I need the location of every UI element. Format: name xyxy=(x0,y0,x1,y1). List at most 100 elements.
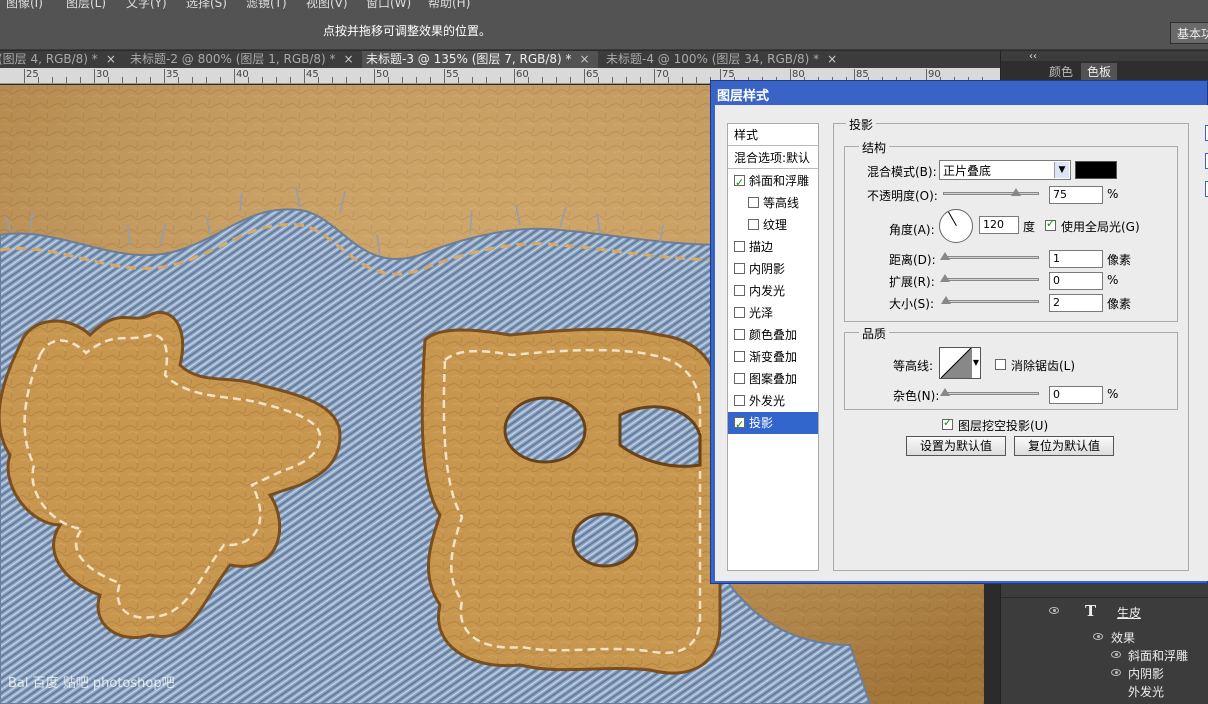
close-icon[interactable]: × xyxy=(827,52,837,66)
style-item[interactable]: 外发光 xyxy=(728,390,818,412)
opacity-input[interactable]: 75 xyxy=(1049,186,1103,204)
knockout-checkbox[interactable] xyxy=(942,416,953,430)
spread-slider[interactable] xyxy=(940,274,1039,282)
ruler-tick xyxy=(38,77,39,83)
document-tab[interactable]: (图层 4, RGB/8) * × xyxy=(0,51,118,68)
style-item[interactable]: 描边 xyxy=(728,236,818,258)
make-default-button[interactable]: 设置为默认值 xyxy=(906,436,1006,456)
ruler-tick xyxy=(374,69,375,83)
close-icon[interactable]: × xyxy=(344,52,354,66)
document-tab[interactable]: 未标题-2 @ 800% (图层 1, RGB/8) * × xyxy=(126,51,358,68)
antialias-checkbox[interactable] xyxy=(995,359,1006,370)
angle-dial[interactable] xyxy=(939,209,973,243)
style-item[interactable]: 纹理 xyxy=(728,214,818,236)
close-icon[interactable]: × xyxy=(580,52,590,66)
slider-thumb[interactable] xyxy=(940,252,950,260)
style-label: 描边 xyxy=(749,240,774,254)
spread-input[interactable]: 0 xyxy=(1049,272,1103,290)
layer-row[interactable]: T 生皮 xyxy=(1001,597,1208,625)
quality-title: 品质 xyxy=(859,325,890,342)
layer-name[interactable]: 生皮 xyxy=(1117,604,1141,621)
document-tab-active[interactable]: 未标题-3 @ 135% (图层 7, RGB/8) * × xyxy=(362,51,598,68)
style-checkbox[interactable] xyxy=(734,351,745,362)
size-input[interactable]: 2 xyxy=(1049,294,1103,312)
visibility-eye-icon[interactable] xyxy=(1093,633,1103,640)
ruler-tick xyxy=(416,77,417,83)
ruler-tick xyxy=(696,77,697,83)
noise-input[interactable]: 0 xyxy=(1049,386,1103,404)
opacity-slider[interactable] xyxy=(943,188,1039,196)
slider-thumb[interactable] xyxy=(940,388,950,396)
contour-picker[interactable]: ▼ xyxy=(939,347,981,379)
menu-select[interactable]: 选择(S) xyxy=(186,0,227,10)
style-item[interactable]: 内阴影 xyxy=(728,258,818,280)
effect-row[interactable]: 内阴影 xyxy=(1001,664,1208,682)
style-item[interactable]: 内发光 xyxy=(728,280,818,302)
slider-thumb[interactable] xyxy=(940,274,950,282)
style-checkbox[interactable] xyxy=(734,395,745,406)
document-tab[interactable]: 未标题-4 @ 100% (图层 34, RGB/8) * × xyxy=(602,51,842,68)
style-checkbox[interactable] xyxy=(734,241,745,252)
style-checkbox[interactable] xyxy=(734,285,745,296)
effect-row[interactable]: 斜面和浮雕 xyxy=(1001,646,1208,664)
style-checkbox[interactable] xyxy=(734,373,745,384)
style-item[interactable]: 颜色叠加 xyxy=(728,324,818,346)
visibility-eye-icon[interactable] xyxy=(1111,669,1121,676)
blending-options[interactable]: 混合选项:默认 xyxy=(728,147,818,169)
styles-header[interactable]: 样式 xyxy=(728,124,818,146)
menu-layer[interactable]: 图层(L) xyxy=(66,0,106,10)
close-icon[interactable]: × xyxy=(106,52,116,66)
noise-slider[interactable] xyxy=(940,388,1039,396)
blend-mode-select[interactable]: 正片叠底 ▼ xyxy=(939,160,1071,180)
effects-row[interactable]: 效果 xyxy=(1001,628,1208,646)
tab-swatches[interactable]: 色板 xyxy=(1081,63,1118,81)
style-checkbox[interactable] xyxy=(734,307,745,318)
angle-input[interactable]: 120 xyxy=(979,216,1019,234)
ruler-tick xyxy=(640,77,641,83)
style-item[interactable]: 投影 xyxy=(728,412,818,436)
style-item[interactable]: 斜面和浮雕 xyxy=(728,170,818,194)
slider-thumb[interactable] xyxy=(941,296,951,304)
visibility-eye-icon[interactable] xyxy=(1111,651,1121,658)
style-checkbox[interactable] xyxy=(734,414,745,436)
ruler-tick xyxy=(248,77,249,83)
shadow-color-swatch[interactable] xyxy=(1075,161,1117,179)
menu-filter[interactable]: 滤镜(T) xyxy=(246,0,287,10)
options-bar: 点按并拖移可调整效果的位置。 基本功能 xyxy=(0,10,1208,50)
style-item[interactable]: 等高线 xyxy=(728,192,818,214)
distance-slider[interactable] xyxy=(940,252,1039,260)
style-checkbox[interactable] xyxy=(734,263,745,274)
style-item[interactable]: 光泽 xyxy=(728,302,818,324)
global-light-checkbox[interactable] xyxy=(1045,217,1056,231)
tab-label: 未标题-4 @ 100% (图层 34, RGB/8) * xyxy=(606,52,820,66)
menu-help[interactable]: 帮助(H) xyxy=(428,0,470,10)
ruler-number: 40 xyxy=(236,69,249,80)
effects-label: 效果 xyxy=(1111,631,1136,645)
distance-input[interactable]: 1 xyxy=(1049,250,1103,268)
ruler-tick xyxy=(598,77,599,83)
reset-default-button[interactable]: 复位为默认值 xyxy=(1014,436,1114,456)
visibility-eye-icon[interactable] xyxy=(1049,607,1059,614)
style-checkbox[interactable] xyxy=(748,219,759,230)
size-label: 大小(S): xyxy=(889,297,935,311)
styles-list: 样式 混合选项:默认 斜面和浮雕等高线纹理描边内阴影内发光光泽颜色叠加渐变叠加图… xyxy=(727,123,819,571)
style-checkbox[interactable] xyxy=(734,172,745,194)
contour-linear-icon xyxy=(941,348,971,378)
ruler-tick xyxy=(276,77,277,83)
menu-view[interactable]: 视图(V) xyxy=(306,0,348,10)
menu-image[interactable]: 图像(I) xyxy=(6,0,43,10)
tab-color[interactable]: 颜色 xyxy=(1043,63,1079,81)
style-checkbox[interactable] xyxy=(734,329,745,340)
style-item[interactable]: 渐变叠加 xyxy=(728,346,818,368)
chevron-down-icon[interactable]: ▼ xyxy=(971,348,980,378)
chevron-down-icon[interactable]: ▼ xyxy=(1054,162,1069,178)
workspace-switcher[interactable]: 基本功能 xyxy=(1170,22,1208,44)
slider-thumb[interactable] xyxy=(1011,188,1021,196)
size-slider[interactable] xyxy=(941,296,1039,304)
style-item[interactable]: 图案叠加 xyxy=(728,368,818,390)
menu-window[interactable]: 窗口(W) xyxy=(366,0,411,10)
menu-type[interactable]: 文字(Y) xyxy=(126,0,167,10)
ruler-number: 85 xyxy=(856,69,869,80)
effect-row[interactable]: 外发光 xyxy=(1001,682,1208,700)
style-checkbox[interactable] xyxy=(748,197,759,208)
